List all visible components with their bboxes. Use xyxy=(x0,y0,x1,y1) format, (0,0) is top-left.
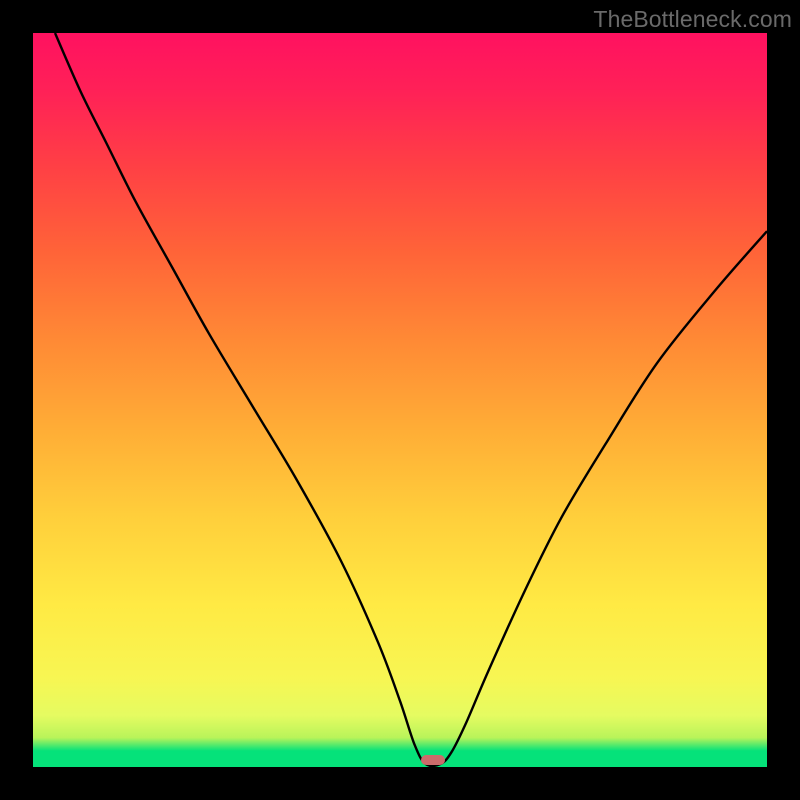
plot-area xyxy=(33,33,767,767)
chart-container: TheBottleneck.com xyxy=(0,0,800,800)
minimum-marker xyxy=(421,755,444,765)
